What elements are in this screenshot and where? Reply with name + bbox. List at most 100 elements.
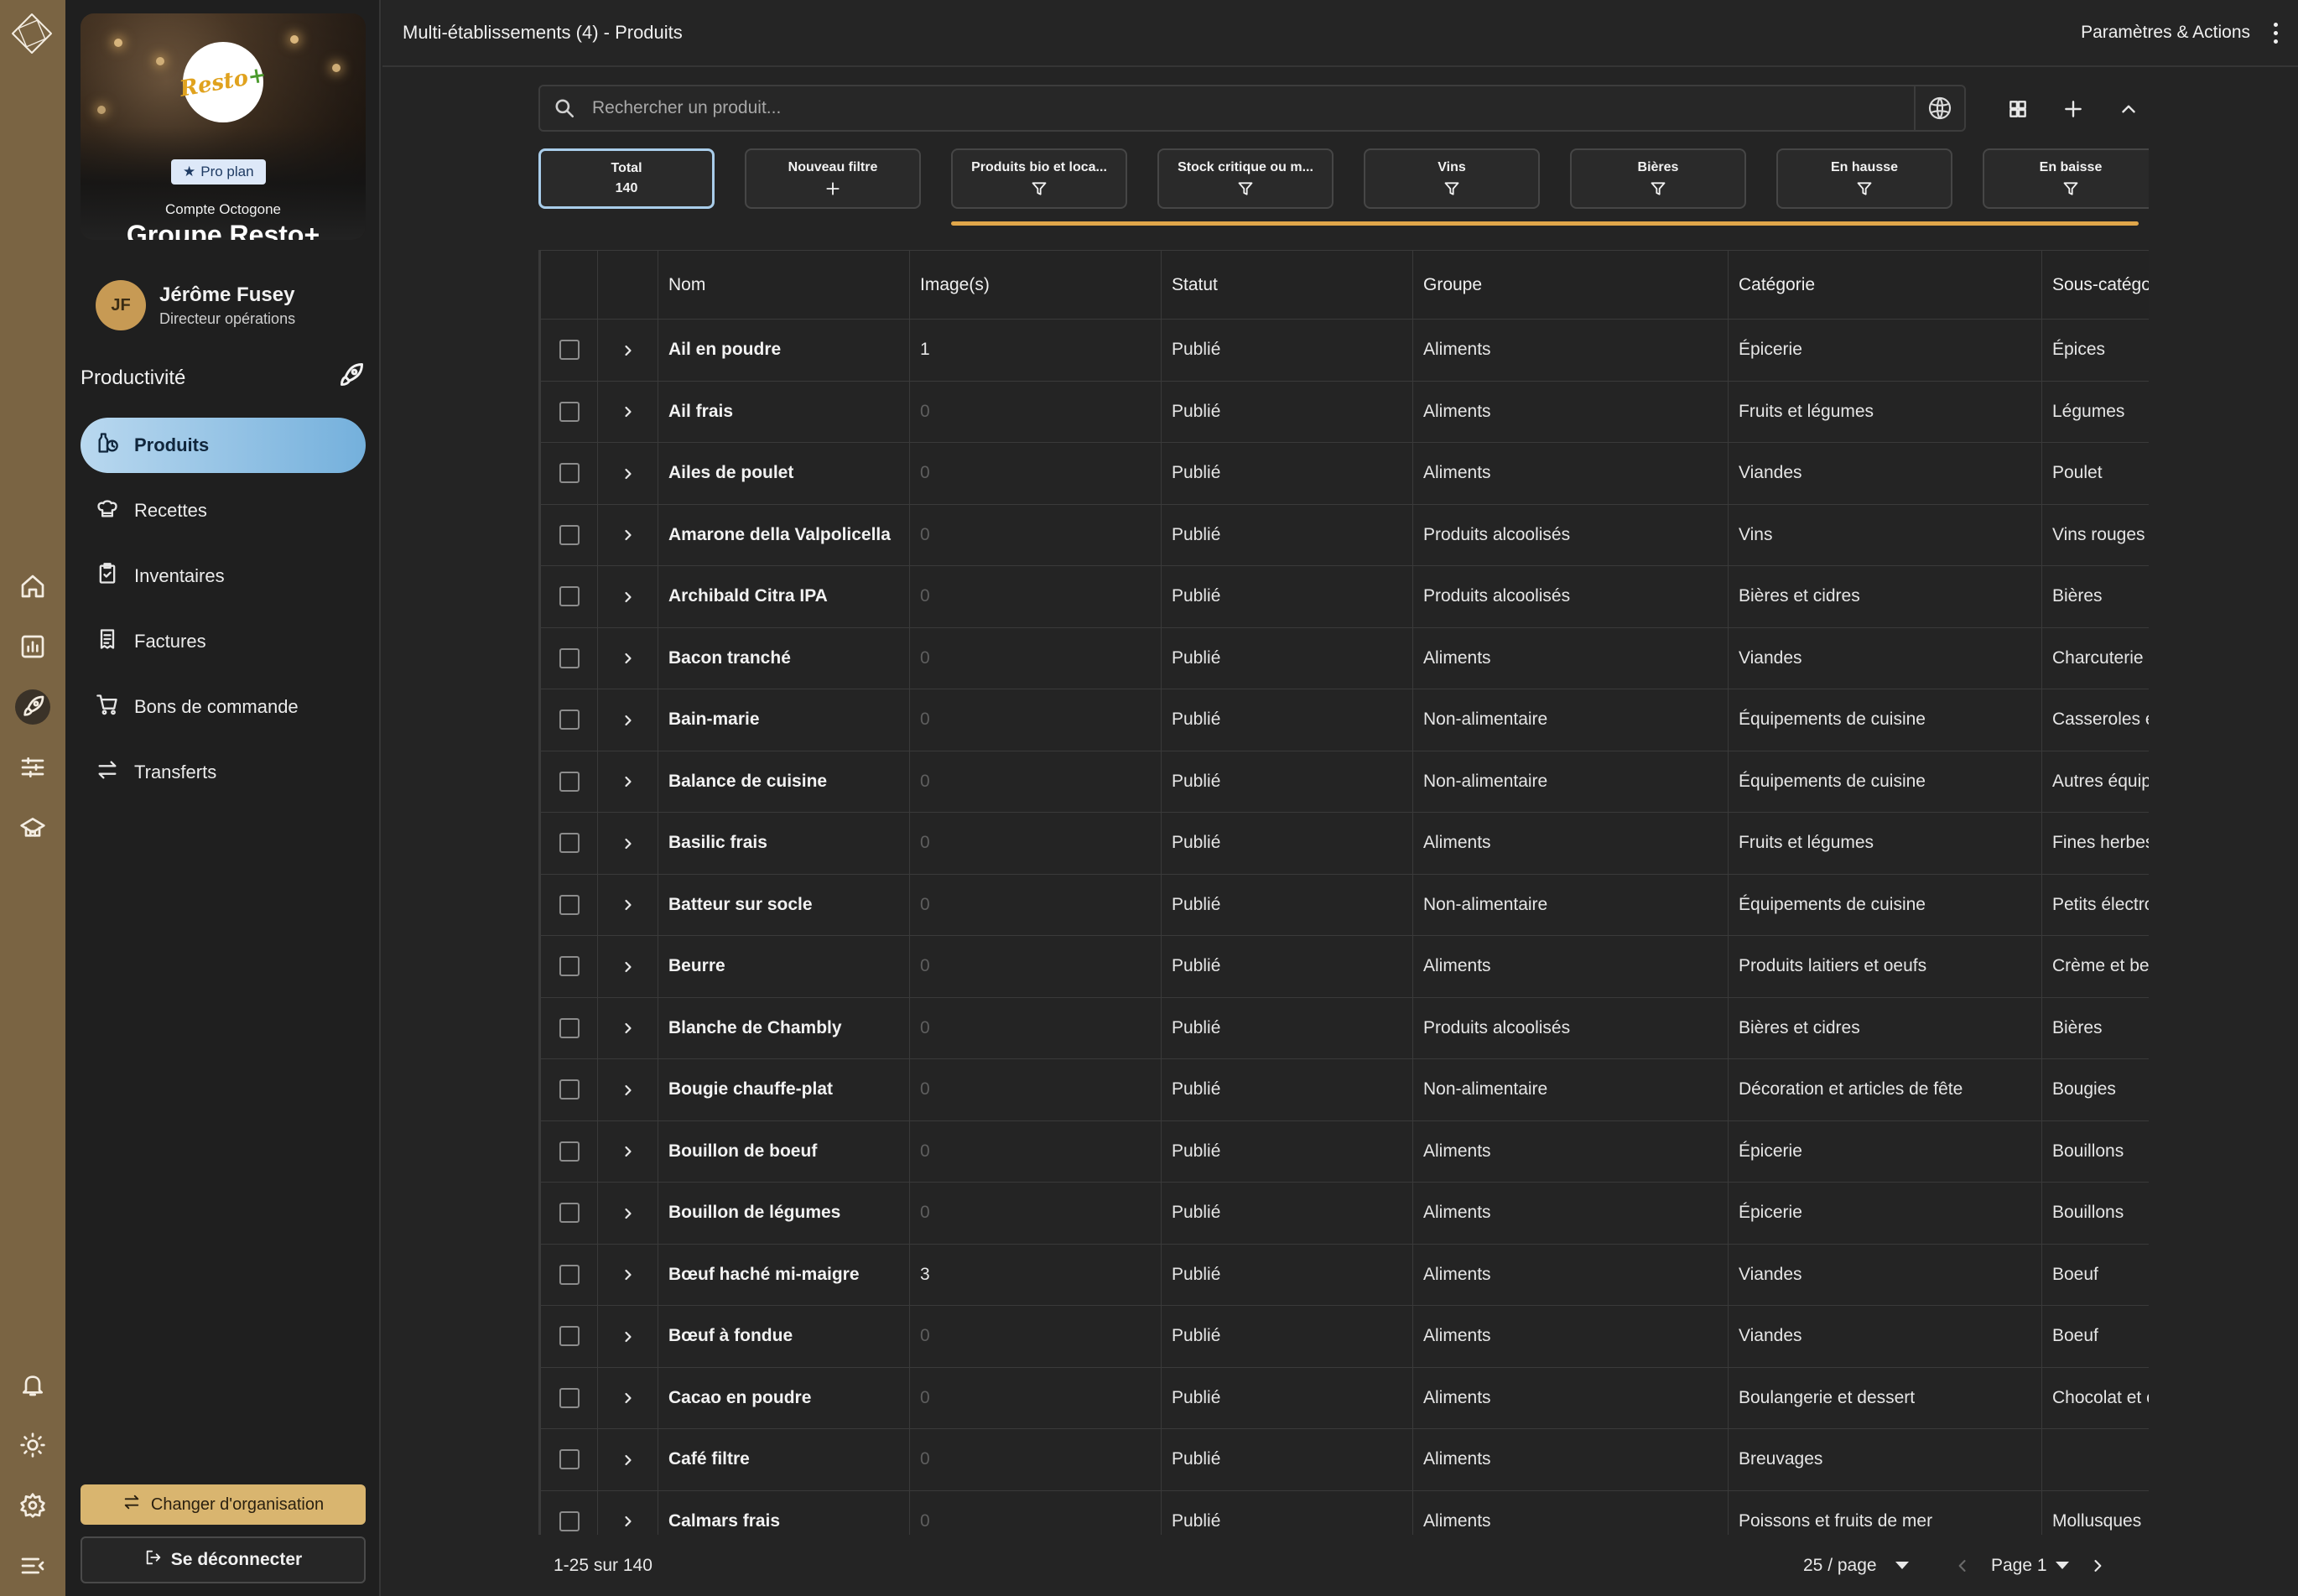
table-row[interactable]: Archibald Citra IPA 0 Publié Produits alcoo… bbox=[540, 565, 2149, 628]
page-select[interactable]: Page 1 bbox=[1991, 1556, 2069, 1576]
sidebar-item-produits[interactable]: Produits bbox=[81, 418, 366, 473]
bell-icon[interactable] bbox=[15, 1367, 50, 1402]
column-header-categorie[interactable]: Catégorie bbox=[1728, 250, 2042, 320]
octogone-logo-icon[interactable] bbox=[8, 10, 55, 57]
row-checkbox[interactable] bbox=[559, 647, 580, 668]
filter-chip-new[interactable]: Nouveau filtre bbox=[745, 148, 921, 209]
sidebar-item-bons-de-commande[interactable]: Bons de commande bbox=[81, 679, 366, 735]
table-row[interactable]: Amarone della Valpolicella 0 Publié Produit… bbox=[540, 503, 2149, 566]
add-icon[interactable] bbox=[2056, 92, 2090, 126]
chevron-right-icon[interactable] bbox=[620, 650, 637, 667]
filter-chip-en-hausse[interactable]: En hausse bbox=[1776, 148, 1952, 209]
user-profile[interactable]: JF Jérôme Fusey Directeur opérations bbox=[96, 280, 295, 330]
row-checkbox[interactable] bbox=[559, 401, 580, 422]
row-checkbox[interactable] bbox=[559, 1141, 580, 1162]
table-row[interactable]: Balance de cuisine 0 Publié Non-alimentaire… bbox=[540, 750, 2149, 813]
chevron-right-icon[interactable] bbox=[620, 1082, 637, 1099]
column-header-images[interactable]: Image(s) bbox=[909, 250, 1162, 320]
chevron-right-icon[interactable] bbox=[620, 1143, 637, 1160]
row-checkbox[interactable] bbox=[559, 833, 580, 854]
column-header-statut[interactable]: Statut bbox=[1161, 250, 1413, 320]
row-checkbox[interactable] bbox=[559, 1449, 580, 1470]
chevron-up-icon[interactable] bbox=[2112, 92, 2145, 126]
column-header-sous-categorie[interactable]: Sous-catégorie bbox=[2041, 250, 2149, 320]
school-icon[interactable] bbox=[15, 810, 50, 845]
chevron-right-icon[interactable] bbox=[620, 835, 637, 852]
sidebar-item-transferts[interactable]: Transferts bbox=[81, 745, 366, 800]
grid-view-icon[interactable] bbox=[2001, 92, 2035, 126]
chevron-right-icon[interactable] bbox=[620, 897, 637, 913]
row-checkbox[interactable] bbox=[559, 340, 580, 361]
table-row[interactable]: Bain-marie 0 Publié Non-alimentaire Équipeme… bbox=[540, 689, 2149, 751]
row-checkbox[interactable] bbox=[559, 463, 580, 484]
table-row[interactable]: Basilic frais 0 Publié Aliments Fruits et lé… bbox=[540, 812, 2149, 875]
column-header-groupe[interactable]: Groupe bbox=[1412, 250, 1729, 320]
more-vertical-icon[interactable] bbox=[2274, 22, 2278, 44]
home-icon[interactable] bbox=[15, 569, 50, 604]
logout-button[interactable]: Se déconnecter bbox=[81, 1536, 366, 1583]
row-checkbox[interactable] bbox=[559, 1203, 580, 1224]
table-row[interactable]: Bouillon de légumes 0 Publié Aliments Épicer… bbox=[540, 1182, 2149, 1245]
table-row[interactable]: Batteur sur socle 0 Publié Non-alimentaire É… bbox=[540, 873, 2149, 936]
menu-collapse-icon[interactable] bbox=[15, 1548, 50, 1583]
row-checkbox[interactable] bbox=[559, 894, 580, 915]
row-checkbox[interactable] bbox=[559, 524, 580, 545]
chevron-right-icon[interactable] bbox=[620, 773, 637, 790]
row-checkbox[interactable] bbox=[559, 771, 580, 792]
filter-chip-bio-local[interactable]: Produits bio et loca... bbox=[951, 148, 1127, 209]
table-row[interactable]: Beurre 0 Publié Aliments Produits laitiers e… bbox=[540, 935, 2149, 998]
chevron-right-icon[interactable] bbox=[620, 712, 637, 729]
gear-icon[interactable] bbox=[15, 1488, 50, 1523]
table-row[interactable]: Bouillon de boeuf 0 Publié Aliments Épicerie… bbox=[540, 1120, 2149, 1183]
chevron-right-icon[interactable] bbox=[620, 527, 637, 543]
filter-chip-total[interactable]: Total 140 bbox=[538, 148, 715, 209]
row-checkbox[interactable] bbox=[559, 710, 580, 730]
sun-icon[interactable] bbox=[15, 1427, 50, 1463]
table-row[interactable]: Bougie chauffe-plat 0 Publié Non-alimentair… bbox=[540, 1058, 2149, 1121]
filter-chip-bieres[interactable]: Bières bbox=[1570, 148, 1746, 209]
row-checkbox[interactable] bbox=[559, 1510, 580, 1531]
chevron-right-icon[interactable] bbox=[2089, 1557, 2106, 1574]
sidebar-item-factures[interactable]: Factures bbox=[81, 614, 366, 669]
table-row[interactable]: Ail en poudre 1 Publié Aliments Épicerie Épic… bbox=[540, 319, 2149, 382]
table-row[interactable]: Blanche de Chambly 0 Publié Produits alcool… bbox=[540, 996, 2149, 1059]
page-size-select[interactable]: 25 / page bbox=[1803, 1556, 1909, 1576]
chevron-right-icon[interactable] bbox=[620, 1390, 637, 1406]
table-row[interactable]: Cacao en poudre 0 Publié Aliments Boulangeri… bbox=[540, 1366, 2149, 1429]
chevron-right-icon[interactable] bbox=[620, 342, 637, 359]
chevron-right-icon[interactable] bbox=[620, 1266, 637, 1283]
table-row[interactable]: Calmars frais 0 Publié Aliments Poissons et … bbox=[540, 1489, 2149, 1535]
row-checkbox[interactable] bbox=[559, 1017, 580, 1038]
search-input[interactable] bbox=[592, 98, 1914, 118]
table-row[interactable]: Ail frais 0 Publié Aliments Fruits et légume… bbox=[540, 380, 2149, 443]
chevron-right-icon[interactable] bbox=[620, 1020, 637, 1037]
table-row[interactable]: Ailes de poulet 0 Publié Aliments Viandes Pou… bbox=[540, 442, 2149, 505]
filter-chip-en-baisse[interactable]: En baisse bbox=[1983, 148, 2149, 209]
row-checkbox[interactable] bbox=[559, 586, 580, 607]
ai-assistant-icon[interactable] bbox=[1914, 86, 1964, 130]
sidebar-item-inventaires[interactable]: Inventaires bbox=[81, 548, 366, 604]
chevron-left-icon[interactable] bbox=[1954, 1557, 1971, 1574]
change-organization-button[interactable]: Changer d'organisation bbox=[81, 1484, 366, 1525]
sliders-icon[interactable] bbox=[15, 750, 50, 785]
filter-chip-stock-critique[interactable]: Stock critique ou m... bbox=[1157, 148, 1334, 209]
chart-icon[interactable] bbox=[15, 629, 50, 664]
table-row[interactable]: Bacon tranché 0 Publié Aliments Viandes Charc… bbox=[540, 626, 2149, 689]
row-checkbox[interactable] bbox=[559, 956, 580, 977]
table-row[interactable]: Bœuf haché mi-maigre 3 Publié Aliments Viand… bbox=[540, 1243, 2149, 1306]
chevron-right-icon[interactable] bbox=[620, 1452, 637, 1469]
settings-actions-link[interactable]: Paramètres & Actions bbox=[2081, 23, 2250, 43]
rocket-icon[interactable] bbox=[15, 689, 50, 725]
row-checkbox[interactable] bbox=[559, 1264, 580, 1285]
chevron-right-icon[interactable] bbox=[620, 403, 637, 420]
sidebar-item-recettes[interactable]: Recettes bbox=[81, 483, 366, 538]
chevron-right-icon[interactable] bbox=[620, 959, 637, 975]
table-row[interactable]: Bœuf à fondue 0 Publié Aliments Viandes Boeuf bbox=[540, 1305, 2149, 1368]
row-checkbox[interactable] bbox=[559, 1079, 580, 1100]
row-checkbox[interactable] bbox=[559, 1326, 580, 1347]
chevron-right-icon[interactable] bbox=[620, 1513, 637, 1530]
row-checkbox[interactable] bbox=[559, 1387, 580, 1408]
filter-chip-vins[interactable]: Vins bbox=[1364, 148, 1540, 209]
table-row[interactable]: Café filtre 0 Publié Aliments Breuvages bbox=[540, 1428, 2149, 1491]
chevron-right-icon[interactable] bbox=[620, 589, 637, 606]
